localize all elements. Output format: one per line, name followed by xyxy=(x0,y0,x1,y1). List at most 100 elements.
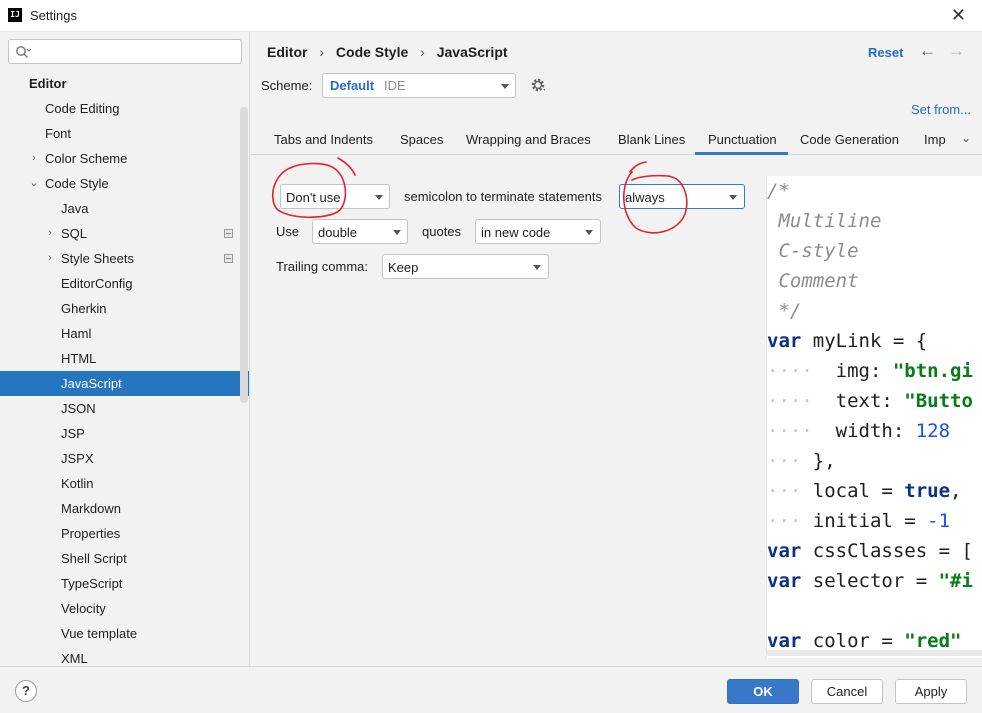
code-token: initial = xyxy=(801,510,928,532)
sidebar-item-vue-template[interactable]: Vue template xyxy=(0,621,249,646)
sidebar-item-label: Code Style xyxy=(45,176,109,191)
tab-bar: Tabs and Indents Spaces Wrapping and Bra… xyxy=(251,127,982,155)
breadcrumb-separator: › xyxy=(420,44,425,60)
tab-blank-lines[interactable]: Blank Lines xyxy=(618,132,685,155)
set-from-link[interactable]: Set from... xyxy=(911,102,971,117)
code-line: ···· img: "btn.gi xyxy=(767,360,973,382)
sidebar-item-velocity[interactable]: Velocity xyxy=(0,596,249,621)
sidebar-item-typescript[interactable]: TypeScript xyxy=(0,571,249,596)
forward-arrow-icon[interactable]: → xyxy=(948,41,965,61)
sidebar-item-style-sheets[interactable]: › Style Sheets xyxy=(0,246,249,271)
code-line: var selector = "#i xyxy=(767,570,973,592)
breadcrumb: Editor › Code Style › JavaScript xyxy=(267,44,516,60)
sidebar-item-properties[interactable]: Properties xyxy=(0,521,249,546)
title-bar: IJ Settings ✕ xyxy=(0,0,982,32)
chevron-down-icon[interactable]: ⌄ xyxy=(29,171,39,196)
intellij-logo-icon: IJ xyxy=(8,8,22,22)
sidebar-item-javascript[interactable]: JavaScript xyxy=(0,371,249,396)
cancel-button[interactable]: Cancel xyxy=(811,679,883,704)
code-line: ··· initial = -1 xyxy=(767,510,950,532)
code-token: "red" xyxy=(904,630,962,652)
sidebar-item-jspx[interactable]: JSPX xyxy=(0,446,249,471)
breadcrumb-javascript: JavaScript xyxy=(436,44,508,60)
tabs-overflow-icon[interactable]: ⌄ xyxy=(961,131,971,145)
chevron-right-icon[interactable]: › xyxy=(45,221,55,246)
tab-code-generation[interactable]: Code Generation xyxy=(800,132,899,155)
sidebar-item-sql[interactable]: › SQL xyxy=(0,221,249,246)
semicolon-mode-value: Don't use xyxy=(286,190,341,205)
breadcrumb-separator: › xyxy=(319,44,325,60)
sidebar-scrollbar[interactable] xyxy=(240,107,248,403)
code-token: img: xyxy=(812,360,893,382)
sidebar-item-label: Velocity xyxy=(61,601,106,616)
sidebar-item-json[interactable]: JSON xyxy=(0,396,249,421)
trailing-comma-dropdown[interactable]: Keep xyxy=(382,254,549,279)
code-token: /* xyxy=(767,180,790,202)
chevron-right-icon[interactable]: › xyxy=(45,246,55,271)
apply-button[interactable]: Apply xyxy=(895,679,967,704)
chevron-down-icon xyxy=(533,265,541,270)
tab-tabs-and-indents[interactable]: Tabs and Indents xyxy=(274,132,373,155)
sidebar-item-xml[interactable]: XML xyxy=(0,646,249,666)
code-token: ··· xyxy=(767,480,802,502)
code-token: C-style xyxy=(767,240,859,262)
sidebar-item-label: JSP xyxy=(61,426,85,441)
tab-wrapping-and-braces[interactable]: Wrapping and Braces xyxy=(466,132,591,155)
code-token: ···· xyxy=(767,420,813,442)
semicolon-when-dropdown[interactable]: always xyxy=(619,184,745,209)
help-button[interactable]: ? xyxy=(15,680,37,702)
code-token: }, xyxy=(801,450,836,472)
sidebar-item-jsp[interactable]: JSP xyxy=(0,421,249,446)
tab-imports[interactable]: Imp xyxy=(924,132,948,155)
chevron-right-icon[interactable]: › xyxy=(29,146,39,171)
project-scope-icon xyxy=(224,254,233,263)
sidebar-item-editor[interactable]: Editor xyxy=(0,71,249,96)
sidebar-item-color-scheme[interactable]: › Color Scheme xyxy=(0,146,249,171)
search-input[interactable] xyxy=(35,43,235,61)
tab-spaces[interactable]: Spaces xyxy=(400,132,443,155)
quote-style-dropdown[interactable]: double xyxy=(312,219,408,244)
code-preview[interactable]: /* Multiline C-style Comment */ var myLin… xyxy=(766,176,982,658)
sidebar-item-label: JSPX xyxy=(61,451,94,466)
window-title: Settings xyxy=(30,8,77,23)
back-arrow-icon[interactable]: ← xyxy=(919,41,936,61)
breadcrumb-editor: Editor xyxy=(267,44,308,60)
sidebar-item-label: TypeScript xyxy=(61,576,123,591)
sidebar-item-kotlin[interactable]: Kotlin xyxy=(0,471,249,496)
code-line: /* xyxy=(767,180,790,202)
sidebar-item-label: Shell Script xyxy=(61,551,127,566)
close-icon[interactable]: ✕ xyxy=(951,5,966,25)
semicolon-mode-dropdown[interactable]: Don't use xyxy=(280,184,390,209)
sidebar-item-label: Haml xyxy=(61,326,92,341)
code-line: Multiline xyxy=(767,210,881,232)
quote-scope-dropdown[interactable]: in new code xyxy=(475,219,601,244)
chevron-down-icon xyxy=(585,230,593,235)
reset-link[interactable]: Reset xyxy=(868,45,903,60)
sidebar-item-java[interactable]: Java xyxy=(0,196,249,221)
sidebar-item-code-style[interactable]: ⌄ Code Style xyxy=(0,171,249,196)
preview-horizontal-scrollbar[interactable] xyxy=(767,650,982,656)
code-token: text: xyxy=(812,390,905,412)
sidebar-item-markdown[interactable]: Markdown xyxy=(0,496,249,521)
search-field[interactable] xyxy=(8,39,242,64)
dialog-footer: ? OK Cancel Apply xyxy=(0,666,982,713)
code-token: true xyxy=(904,480,951,502)
project-scope-icon xyxy=(224,229,233,238)
ok-button[interactable]: OK xyxy=(727,679,799,704)
sidebar-item-code-editing[interactable]: Code Editing xyxy=(0,96,249,121)
sidebar-item-gherkin[interactable]: Gherkin xyxy=(0,296,249,321)
code-token: var xyxy=(767,540,802,562)
gear-icon[interactable] xyxy=(530,77,546,93)
sidebar-item-html[interactable]: HTML xyxy=(0,346,249,371)
sidebar-item-editorconfig[interactable]: EditorConfig xyxy=(0,271,249,296)
code-token: selector = xyxy=(801,570,939,592)
sidebar-item-haml[interactable]: Haml xyxy=(0,321,249,346)
code-token: Comment xyxy=(767,270,859,292)
scheme-dropdown[interactable]: Default IDE xyxy=(322,73,516,98)
sidebar-item-label: Gherkin xyxy=(61,301,107,316)
sidebar-item-font[interactable]: Font xyxy=(0,121,249,146)
code-token: */ xyxy=(767,300,802,322)
tab-punctuation[interactable]: Punctuation xyxy=(695,132,788,155)
sidebar-item-shell-script[interactable]: Shell Script xyxy=(0,546,249,571)
sidebar-item-label: Code Editing xyxy=(45,101,120,116)
